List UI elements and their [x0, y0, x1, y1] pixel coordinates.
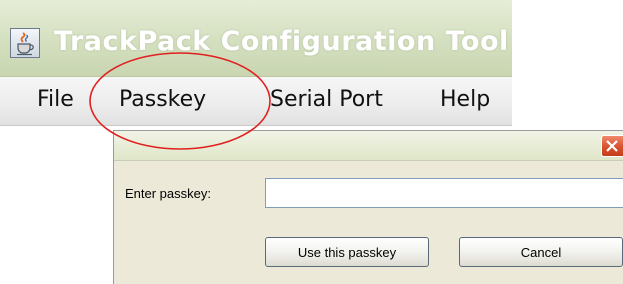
- menu-passkey[interactable]: Passkey: [119, 87, 206, 112]
- menu-help[interactable]: Help: [440, 87, 490, 112]
- dialog-body: Enter passkey: Use this passkey Cancel: [114, 161, 623, 284]
- menu-serial-port[interactable]: Serial Port: [270, 87, 383, 112]
- main-window: TrackPack Configuration Tool File Passke…: [0, 0, 512, 140]
- menu-bar: File Passkey Serial Port Help: [0, 77, 512, 126]
- java-cup-icon: [10, 28, 40, 58]
- screenshot-stage: TrackPack Configuration Tool File Passke…: [0, 0, 623, 284]
- use-passkey-button[interactable]: Use this passkey: [265, 237, 429, 267]
- cancel-button[interactable]: Cancel: [459, 237, 623, 267]
- window-title: TrackPack Configuration Tool: [54, 26, 509, 57]
- dialog-title-bar[interactable]: [114, 131, 623, 161]
- passkey-label: Enter passkey:: [125, 186, 211, 201]
- close-icon: [606, 140, 618, 152]
- title-bar[interactable]: TrackPack Configuration Tool: [0, 0, 512, 77]
- menu-file[interactable]: File: [37, 87, 74, 112]
- passkey-dialog: Enter passkey: Use this passkey Cancel: [113, 130, 623, 284]
- close-button[interactable]: [601, 135, 623, 157]
- passkey-input[interactable]: [265, 178, 623, 208]
